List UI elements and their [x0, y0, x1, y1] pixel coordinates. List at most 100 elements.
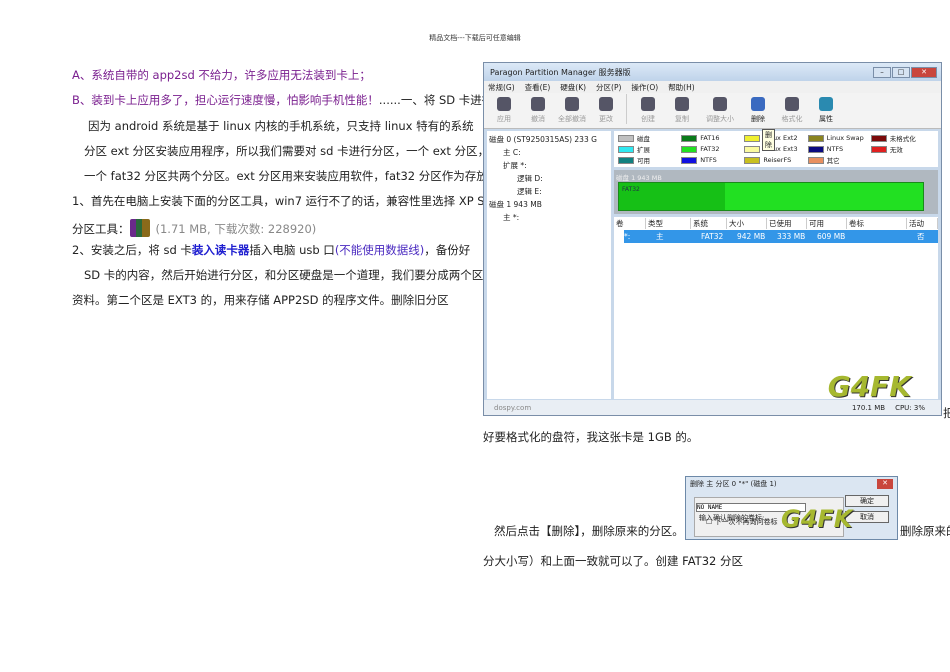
create-icon — [641, 97, 655, 111]
menu-general[interactable]: 常规(G) — [488, 82, 515, 93]
col-volume[interactable]: 卷 — [614, 218, 646, 229]
resize-icon — [713, 97, 727, 111]
watermark-logo: G4FK — [781, 505, 853, 533]
table-row[interactable]: *: 主 FAT32 942 MB 333 MB 609 MB 否 — [624, 230, 938, 243]
legend-item: 可用 — [618, 155, 681, 165]
col-system[interactable]: 系统 — [691, 218, 727, 229]
step-1: 1、首先在电脑上安装下面的分区工具，win7 运行不了的话，兼容性里选择 XP … — [72, 194, 499, 208]
card-reader-link[interactable]: 装入读卡器 — [192, 243, 250, 257]
tree-extended[interactable]: 扩展 *: — [489, 159, 609, 172]
change-icon — [599, 97, 613, 111]
point-b: B、装到卡上应用多了，担心运行速度慢，怕影响手机性能！......一、将 SD … — [72, 92, 505, 108]
legend-label: 未格式化 — [889, 135, 916, 143]
col-active[interactable]: 活动 — [907, 218, 938, 229]
legend-label: ReiserFS — [763, 156, 792, 164]
legend-item: FAT16 — [681, 133, 744, 143]
step-2-note: (不能使用数据线) — [334, 243, 425, 257]
tool-label: 分区工具： — [72, 222, 130, 236]
status-cpu: CPU: 3% — [895, 403, 925, 412]
maximize-button[interactable]: □ — [892, 66, 910, 78]
legend-swatch — [807, 156, 824, 164]
tree-disk-1[interactable]: 磁盘 1 943 MB — [489, 198, 609, 211]
legend-item: 扩展 — [618, 144, 681, 154]
delete-button[interactable]: 删除 删除 — [744, 97, 775, 151]
legend-item: 无效 — [870, 144, 934, 154]
fat32-partition-block[interactable]: FAT32 — [618, 182, 924, 211]
legend-item: 未格式化 — [870, 133, 934, 143]
legend-label: NTFS — [826, 145, 844, 153]
color-legend: 磁盘 FAT16 Linux Ext2 Linux Swap 未格式化 扩展 FAT32 Li… — [614, 131, 938, 167]
menu-view[interactable]: 查看(E) — [525, 82, 551, 93]
col-size[interactable]: 大小 — [727, 218, 767, 229]
tool-download: 分区工具： (1.71 MB, 下载次数: 228920) — [72, 219, 316, 237]
menu-help[interactable]: 帮助(H) — [668, 82, 695, 93]
point-a: A、系统自带的 app2sd 不给力，许多应用无法装到卡上； — [72, 68, 371, 82]
tree-logical-d[interactable]: 逻辑 D: — [489, 172, 609, 185]
undo-all-button[interactable]: 全部撤消 — [558, 97, 586, 124]
legend-swatch — [618, 134, 634, 142]
undo-button[interactable]: 撤消 — [524, 97, 552, 124]
legend-label: FAT16 — [700, 134, 720, 142]
watermark-logo: G4FK — [827, 370, 911, 403]
legend-swatch — [807, 145, 824, 153]
tree-partition-c[interactable]: 主 C: — [489, 146, 609, 159]
para-line: 资料。第二个区是 EXT3 的，用来存储 APP2SD 的程序文件。删除旧分区 — [72, 293, 449, 307]
page-header: 精品文档---下载后可任意编辑 — [429, 34, 521, 42]
title-bar: Paragon Partition Manager 服务器版 – □ ✕ — [484, 63, 941, 81]
menu-operation[interactable]: 操作(O) — [631, 82, 658, 93]
step-2-text: 插入电脑 usb 口 — [249, 243, 335, 257]
legend-swatch — [618, 145, 634, 153]
col-label[interactable]: 卷标 — [847, 218, 907, 229]
legend-swatch — [681, 145, 698, 153]
legend-item: Linux Ext3 — [744, 144, 807, 154]
resize-button[interactable]: 调整大小 — [702, 97, 738, 124]
legend-label: FAT32 — [700, 145, 720, 153]
status-dospy: dospy.com — [494, 403, 532, 412]
legend-item: Linux Ext2 — [744, 133, 807, 143]
format-icon — [785, 97, 799, 111]
rar-archive-icon[interactable] — [129, 219, 150, 237]
copy-icon — [675, 97, 689, 111]
format-button[interactable]: 格式化 — [778, 97, 806, 124]
dialog-title: 删除 主 分区 0 "*" (磁盘 1) — [690, 480, 777, 488]
para-line: 分大小写）和上面一致就可以了。创建 FAT32 分区 — [483, 554, 743, 568]
menu-partition[interactable]: 分区(P) — [596, 82, 621, 93]
tree-disk-0[interactable]: 磁盘 0 (ST9250315AS) 233 G — [489, 133, 609, 146]
disk-map-label: 磁盘 1 943 MB — [616, 174, 662, 182]
change-button[interactable]: 更改 — [592, 97, 620, 124]
tree-partition-star[interactable]: 主 *: — [489, 211, 609, 224]
legend-item: FAT32 — [681, 144, 744, 154]
legend-item: 磁盘 — [618, 133, 681, 143]
dont-ask-checkbox[interactable]: ☐ 下一次不再询问卷标 — [706, 517, 778, 527]
step-2: 2、安装之后，将 sd 卡装入读卡器插入电脑 usb 口(不能使用数据线)，备份… — [72, 242, 470, 258]
legend-swatch — [744, 145, 761, 153]
apply-button[interactable]: 应用 — [490, 97, 518, 124]
menu-disk[interactable]: 硬盘(K) — [560, 82, 586, 93]
para-line: 然后点击【删除】，删除原来的分区。 — [494, 524, 684, 538]
partition-manager-screenshot: Paragon Partition Manager 服务器版 – □ ✕ 常规(G)… — [483, 62, 942, 416]
para-line: 把 — [943, 406, 950, 420]
create-button[interactable]: 创建 — [634, 97, 662, 124]
dialog-close-button[interactable]: ✕ — [877, 479, 893, 489]
undo-all-icon — [565, 97, 579, 111]
apply-icon — [497, 97, 511, 111]
para-line: 因为 android 系统是基于 linux 内核的手机系统，只支持 linux… — [88, 119, 474, 133]
legend-label: 磁盘 — [637, 135, 650, 143]
legend-swatch — [681, 134, 698, 142]
legend-label: 其它 — [826, 157, 840, 165]
col-free[interactable]: 可用 — [807, 218, 847, 229]
used-space: FAT32 — [619, 183, 726, 210]
legend-item: ReiserFS — [744, 155, 807, 165]
para-line: SD 卡的内容，然后开始进行分区，和分区硬盘是一个道理，我们要分成两个区，第 — [84, 268, 507, 282]
legend-label: 可用 — [637, 157, 650, 165]
tree-logical-e[interactable]: 逻辑 E: — [489, 185, 609, 198]
close-button[interactable]: ✕ — [911, 66, 937, 78]
app-title: Paragon Partition Manager 服务器版 — [490, 67, 631, 77]
legend-swatch — [681, 156, 698, 164]
col-used[interactable]: 已使用 — [767, 218, 807, 229]
minimize-button[interactable]: – — [873, 66, 891, 78]
para-line: 一个 fat32 分区共两个分区。ext 分区用来安装应用软件，fat32 分区… — [84, 169, 500, 183]
properties-button[interactable]: 属性 — [812, 97, 840, 124]
col-type[interactable]: 类型 — [646, 218, 691, 229]
copy-button[interactable]: 复制 — [668, 97, 696, 124]
